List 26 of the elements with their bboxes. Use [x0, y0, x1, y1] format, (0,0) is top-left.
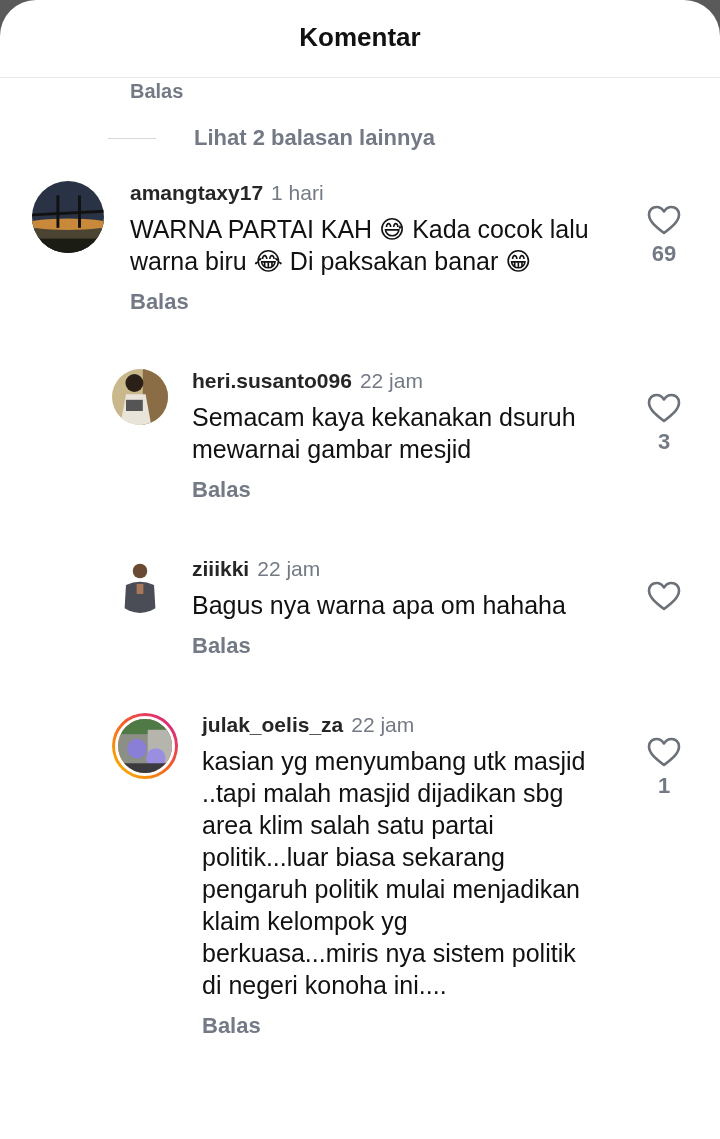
comment-text: Bagus nya warna apa om hahaha: [192, 590, 567, 621]
heart-icon[interactable]: [647, 393, 681, 423]
comment-text: kasian yg menyumbang utk masjid ..tapi malah masjid dijadikan sbg area klim salah satu partai politik...luar biasa sekarang pengaruh politik mulai menjadikan klaim kelompok yg berkuasa...miris nya sistem politik di negeri konoha ini....: [202, 746, 587, 1001]
header-title: Komentar: [299, 22, 421, 54]
view-more-replies-link[interactable]: Lihat 2 balasan lainnya: [194, 125, 435, 151]
username[interactable]: heri.susanto096: [192, 369, 352, 393]
heart-icon[interactable]: [647, 581, 681, 611]
username[interactable]: amangtaxy17: [130, 181, 264, 205]
username[interactable]: ziiikki: [192, 557, 250, 581]
username[interactable]: julak_oelis_za: [202, 713, 344, 737]
reply-link[interactable]: Balas: [130, 80, 184, 103]
heart-icon[interactable]: [647, 205, 681, 235]
heart-icon[interactable]: [647, 737, 681, 767]
comment-text: Semacam kaya kekanakan dsuruh mewarnai gambar mesjid: [192, 402, 577, 465]
like-count: 69: [651, 241, 677, 267]
reply-link[interactable]: Balas: [202, 1013, 261, 1039]
reply-link[interactable]: Balas: [192, 633, 251, 659]
reply-link[interactable]: Balas: [130, 289, 189, 315]
like-count: 3: [657, 429, 671, 455]
reply-link[interactable]: Balas: [192, 477, 251, 503]
comment-time: 1 hari: [271, 181, 324, 205]
comment-text: WARNA PARTAI KAH 😅 Kada cocok lalu warna biru 😂 Di paksakan banar 😁: [130, 214, 590, 277]
comment-time: 22 jam: [359, 369, 423, 393]
like-count: 1: [657, 773, 671, 799]
comment-time: 22 jam: [257, 557, 321, 581]
comment-time: 22 jam: [351, 713, 415, 737]
